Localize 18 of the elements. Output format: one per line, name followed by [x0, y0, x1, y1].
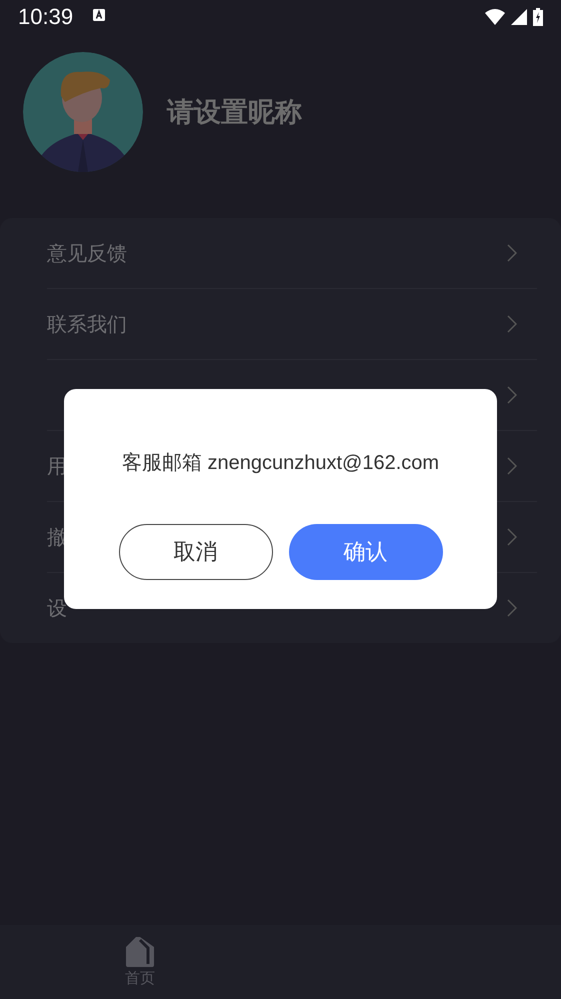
menu-item[interactable]: 意见反馈	[47, 218, 537, 289]
battery-icon	[533, 8, 543, 26]
menu-item[interactable]: 联系我们	[47, 289, 537, 360]
nickname[interactable]: 请设置昵称	[167, 94, 302, 130]
chevron-icon	[507, 457, 517, 475]
dialog-message: 客服邮箱 znengcunzhuxt@162.com	[122, 451, 440, 476]
signal-icon	[511, 9, 527, 25]
chevron-icon	[507, 599, 517, 617]
cancel-button[interactable]: 取消	[118, 524, 272, 580]
chevron-icon	[507, 244, 517, 262]
chevron-icon	[507, 315, 517, 333]
chevron-icon	[507, 528, 517, 546]
confirm-button[interactable]: 确认	[288, 524, 442, 580]
wifi-icon	[485, 9, 505, 25]
status-time: 10:39	[18, 4, 74, 30]
notification-icon	[93, 9, 106, 21]
home-icon	[126, 936, 154, 966]
chevron-icon	[507, 386, 517, 404]
